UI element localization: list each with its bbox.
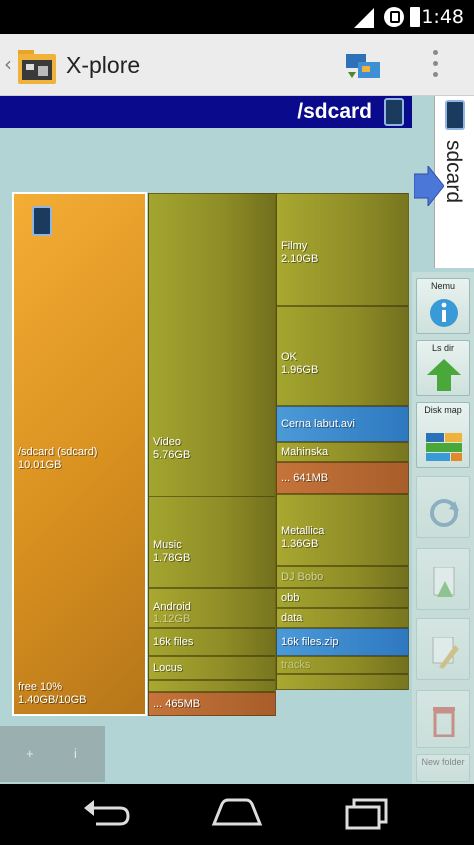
side-toolbar: Nemu Ls dir Disk map New folder bbox=[412, 272, 474, 784]
bottom-item-b[interactable]: i bbox=[74, 746, 77, 761]
up-dir-button[interactable]: Ls dir bbox=[416, 340, 470, 396]
treemap-folder-music-sub[interactable]: DJ Bobo bbox=[276, 566, 409, 588]
treemap-folder-16k-sub[interactable]: tracks bbox=[276, 656, 409, 674]
status-bar: 11:48 bbox=[0, 0, 474, 34]
refresh-button-label bbox=[417, 477, 469, 479]
delete-button-label bbox=[417, 691, 469, 693]
treemap-folder-16k-files[interactable]: 16k files bbox=[148, 628, 276, 656]
edit-icon bbox=[432, 637, 459, 669]
ok-name: OK bbox=[281, 351, 297, 363]
mahinska-name: Mahinska bbox=[281, 446, 329, 458]
bottom-item-a[interactable]: + bbox=[26, 746, 34, 761]
disk-map-button[interactable]: Disk map bbox=[416, 402, 470, 468]
overflow-menu-icon[interactable] bbox=[432, 50, 440, 82]
treemap-folder-android[interactable]: Android 1.12GB bbox=[148, 588, 276, 628]
root-size: 10.01GB bbox=[18, 459, 62, 471]
home-icon[interactable] bbox=[210, 798, 264, 828]
treemap-folder-metallica[interactable]: Metallica 1.36GB bbox=[276, 494, 409, 566]
video-name: Video bbox=[153, 436, 181, 448]
data-name: data bbox=[281, 612, 303, 624]
files16k-sub-name: tracks bbox=[281, 659, 311, 671]
video-size: 5.76GB bbox=[153, 449, 191, 461]
trash-icon bbox=[433, 707, 455, 737]
treemap-file-cerna-labut[interactable]: Cerna labut.avi bbox=[276, 406, 409, 442]
treemap-folder-mahinska[interactable]: Mahinska bbox=[276, 442, 409, 462]
alarm-icon bbox=[384, 7, 404, 27]
video-other-name: ... 641MB bbox=[281, 472, 329, 484]
root-free-detail: 1.40GB/10GB bbox=[18, 694, 87, 706]
signal-icon bbox=[354, 8, 374, 28]
active-pane-arrow-icon bbox=[414, 166, 444, 206]
edit-button-label bbox=[417, 619, 469, 621]
app-folder-icon[interactable] bbox=[16, 44, 58, 86]
treemap-block-small-a[interactable] bbox=[148, 680, 276, 692]
new-folder-button-label: New folder bbox=[421, 757, 465, 767]
app-title: X-plore bbox=[66, 52, 141, 78]
document-button[interactable] bbox=[416, 548, 470, 610]
android-sub: 1.12GB bbox=[153, 613, 191, 625]
info-button[interactable]: Nemu bbox=[416, 278, 470, 334]
root-free: free 10% bbox=[18, 681, 63, 693]
file-operations-icon[interactable] bbox=[344, 52, 382, 82]
current-path: /sdcard bbox=[297, 100, 372, 123]
filmy-size: 2.10GB bbox=[281, 253, 319, 265]
treemap-folder-ok[interactable]: OK 1.96GB bbox=[276, 306, 409, 406]
info-button-label: Nemu bbox=[430, 281, 455, 291]
clock: 11:48 bbox=[409, 6, 464, 28]
action-bar: ‹ X-plore bbox=[0, 34, 474, 96]
treemap-folder-filmy[interactable]: Filmy 2.10GB bbox=[276, 193, 409, 306]
treemap-video-other[interactable]: ... 641MB bbox=[276, 462, 409, 494]
sdcard-device-icon bbox=[384, 98, 404, 126]
cerna-name: Cerna labut.avi bbox=[281, 418, 355, 430]
music-size: 1.78GB bbox=[153, 552, 191, 564]
music-name: Music bbox=[153, 539, 182, 551]
new-folder-button[interactable]: New folder bbox=[416, 754, 470, 782]
info-icon bbox=[430, 299, 458, 327]
treemap-folder-music[interactable]: Music 1.78GB bbox=[148, 496, 276, 588]
sdcard-device-icon bbox=[32, 206, 52, 236]
up-dir-button-label: Ls dir bbox=[431, 343, 454, 353]
bottom-panel: + i bbox=[0, 726, 105, 782]
ok-size: 1.96GB bbox=[281, 364, 319, 376]
treemap-root-sdcard[interactable]: /sdcard (sdcard) 10.01GB free 10% 1.40GB… bbox=[12, 192, 147, 716]
tab-sdcard-label: sdcard bbox=[442, 140, 465, 204]
treemap-other[interactable]: ... 465MB bbox=[148, 692, 276, 716]
disk-map-icon bbox=[426, 433, 462, 461]
filmy-name: Filmy bbox=[281, 240, 308, 252]
locus-name: Locus bbox=[153, 662, 183, 674]
delete-button[interactable] bbox=[416, 690, 470, 748]
edit-button[interactable] bbox=[416, 618, 470, 680]
metallica-name: Metallica bbox=[281, 525, 325, 537]
path-bar: /sdcard bbox=[0, 96, 412, 128]
obb-name: obb bbox=[281, 592, 300, 604]
document-button-label bbox=[417, 549, 469, 551]
treemap-file-16k-zip[interactable]: 16k files.zip bbox=[276, 628, 409, 656]
treemap-block-small-b[interactable] bbox=[276, 674, 409, 690]
back-icon[interactable] bbox=[82, 800, 132, 830]
up-button[interactable]: ‹ bbox=[4, 52, 12, 76]
treemap-folder-locus[interactable]: Locus bbox=[148, 656, 276, 680]
music-sub-name: DJ Bobo bbox=[281, 571, 324, 583]
metallica-size: 1.36GB bbox=[281, 538, 319, 550]
root-name: /sdcard (sdcard) bbox=[18, 446, 98, 458]
disk-map-button-label: Disk map bbox=[424, 405, 462, 415]
other-name: ... 465MB bbox=[153, 698, 201, 710]
treemap-folder-obb[interactable]: obb bbox=[276, 588, 409, 608]
refresh-button[interactable] bbox=[416, 476, 470, 538]
recents-icon[interactable] bbox=[344, 798, 390, 830]
files16k-zip-name: 16k files.zip bbox=[281, 636, 339, 648]
sdcard-device-icon bbox=[445, 100, 465, 130]
document-icon bbox=[433, 567, 455, 597]
treemap-folder-data[interactable]: data bbox=[276, 608, 409, 628]
navigation-bar bbox=[0, 784, 474, 845]
disk-map-view: /sdcard sdcard Nemu Ls dir Disk map New … bbox=[0, 96, 474, 784]
refresh-icon bbox=[430, 499, 459, 527]
up-arrow-icon bbox=[427, 359, 461, 391]
files16k-name: 16k files bbox=[153, 636, 194, 648]
